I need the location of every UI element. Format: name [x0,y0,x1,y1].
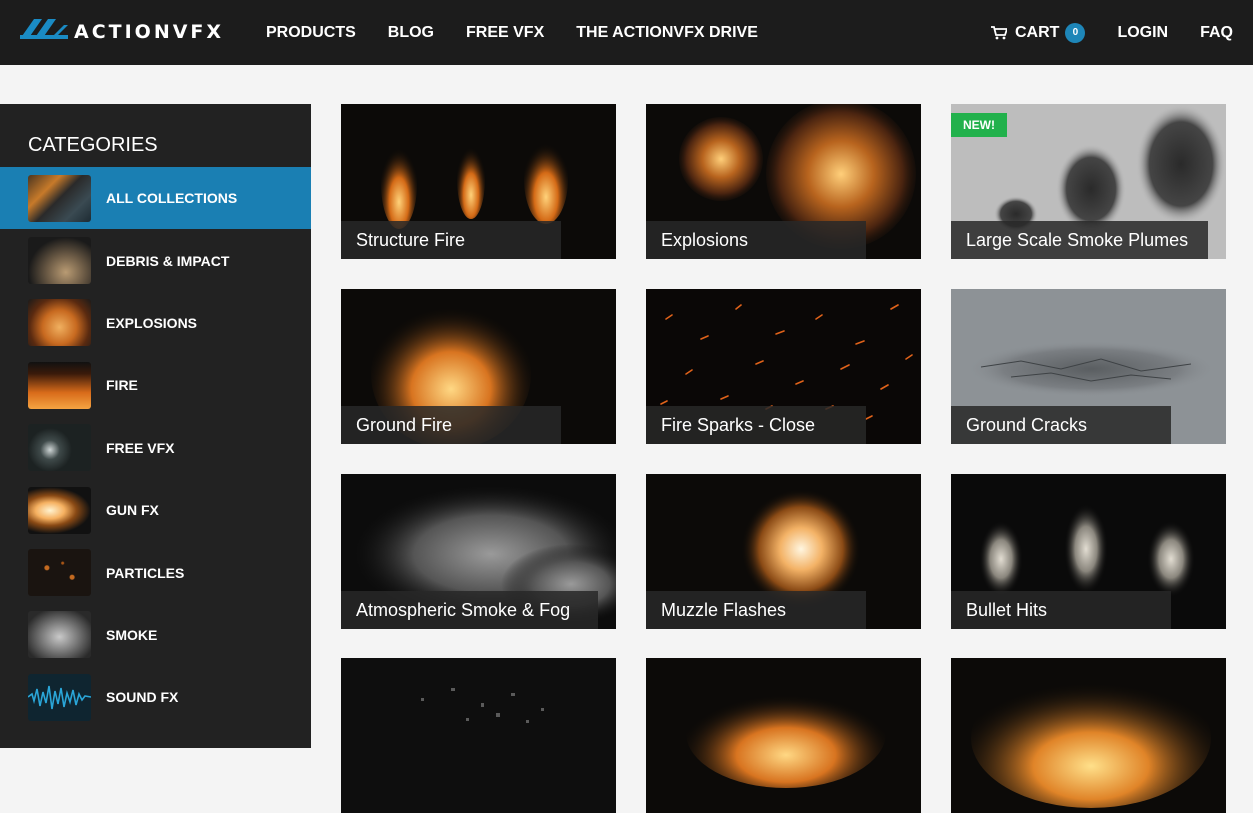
category-thumbnail [28,549,91,597]
category-fire[interactable]: FIRE [0,354,311,416]
actionvfx-logo[interactable]: ACTIONVFX [20,16,224,48]
category-thumbnail [28,486,91,534]
logo-icon [20,19,68,39]
collection-title: Ground Cracks [951,406,1171,444]
collection-title: Explosions [646,221,866,259]
category-thumbnail [28,673,91,721]
logo-wordmark: ACTIONVFX [74,21,225,43]
nav-login[interactable]: LOGIN [1117,24,1168,42]
category-free-vfx[interactable]: FREE VFX [0,417,311,479]
nav-products[interactable]: PRODUCTS [266,24,356,42]
collection-card-bullet-hits[interactable]: Bullet Hits [951,474,1226,629]
collection-card-large-scale-smoke-plumes[interactable]: NEW! Large Scale Smoke Plumes [951,104,1226,259]
collection-title: Muzzle Flashes [646,591,866,629]
category-gun-fx[interactable]: GUN FX [0,479,311,541]
card-image [971,668,1211,808]
category-label: ALL COLLECTIONS [106,190,238,207]
categories-sidebar: CATEGORIES ALL COLLECTIONS DEBRIS & IMPA… [0,104,311,748]
collection-card-muzzle-flashes[interactable]: Muzzle Flashes [646,474,921,629]
collection-card-explosions[interactable]: Explosions [646,104,921,259]
category-smoke[interactable]: SMOKE [0,604,311,666]
collection-card-fire-sparks-close[interactable]: Fire Sparks - Close [646,289,921,444]
category-label: SMOKE [106,626,158,643]
collection-title: Fire Sparks - Close [646,406,866,444]
collection-card-fireball[interactable] [646,658,921,813]
nav-free-vfx[interactable]: FREE VFX [466,24,544,42]
category-all-collections[interactable]: ALL COLLECTIONS [0,167,311,230]
category-particles[interactable]: PARTICLES [0,541,311,603]
nav-actionvfx-drive[interactable]: THE ACTIONVFX DRIVE [576,24,758,42]
collection-card-ground-fire[interactable]: Ground Fire [341,289,616,444]
collection-title: Atmospheric Smoke & Fog [341,591,598,629]
sidebar-title: CATEGORIES [28,134,158,156]
collection-card-structure-fire[interactable]: Structure Fire [341,104,616,259]
card-image [421,688,544,723]
top-navigation-bar: ACTIONVFX PRODUCTS BLOG FREE VFX THE ACT… [0,0,1253,65]
category-label: SOUND FX [106,689,179,706]
nav-faq[interactable]: FAQ [1200,24,1233,42]
collection-card-fire-large[interactable] [951,658,1226,813]
collection-card-atmospheric-smoke-fog[interactable]: Atmospheric Smoke & Fog [341,474,616,629]
collection-title: Structure Fire [341,221,561,259]
collection-card-ground-cracks[interactable]: Ground Cracks [951,289,1226,444]
category-thumbnail [28,424,91,472]
category-thumbnail [28,299,91,347]
card-image [686,678,886,788]
category-thumbnail [28,361,91,409]
category-explosions[interactable]: EXPLOSIONS [0,292,311,354]
category-debris-impact[interactable]: DEBRIS & IMPACT [0,229,311,291]
category-thumbnail [28,611,91,659]
category-label: EXPLOSIONS [106,314,198,331]
category-list: ALL COLLECTIONS DEBRIS & IMPACT EXPLOSIO… [0,167,311,729]
account-nav: CART 0 LOGIN FAQ [959,0,1233,65]
category-label: GUN FX [106,502,159,519]
category-thumbnail [28,237,91,285]
collection-card-debris[interactable] [341,658,616,813]
cart-link[interactable]: CART 0 [991,22,1086,43]
waveform-icon [28,685,91,709]
cart-label: CART [1015,23,1060,41]
category-label: PARTICLES [106,564,185,581]
cart-icon [991,25,1007,39]
nav-blog[interactable]: BLOG [388,24,434,42]
cart-count-badge: 0 [1065,22,1086,43]
main-nav: PRODUCTS BLOG FREE VFX THE ACTIONVFX DRI… [266,0,790,65]
category-label: FREE VFX [106,439,175,456]
category-sound-fx[interactable]: SOUND FX [0,666,311,728]
collection-title: Bullet Hits [951,591,1171,629]
category-label: FIRE [106,377,138,394]
collection-title: Large Scale Smoke Plumes [951,221,1208,259]
category-thumbnail [28,174,91,222]
new-badge: NEW! [951,113,1007,137]
collection-title: Ground Fire [341,406,561,444]
category-label: DEBRIS & IMPACT [106,252,230,269]
